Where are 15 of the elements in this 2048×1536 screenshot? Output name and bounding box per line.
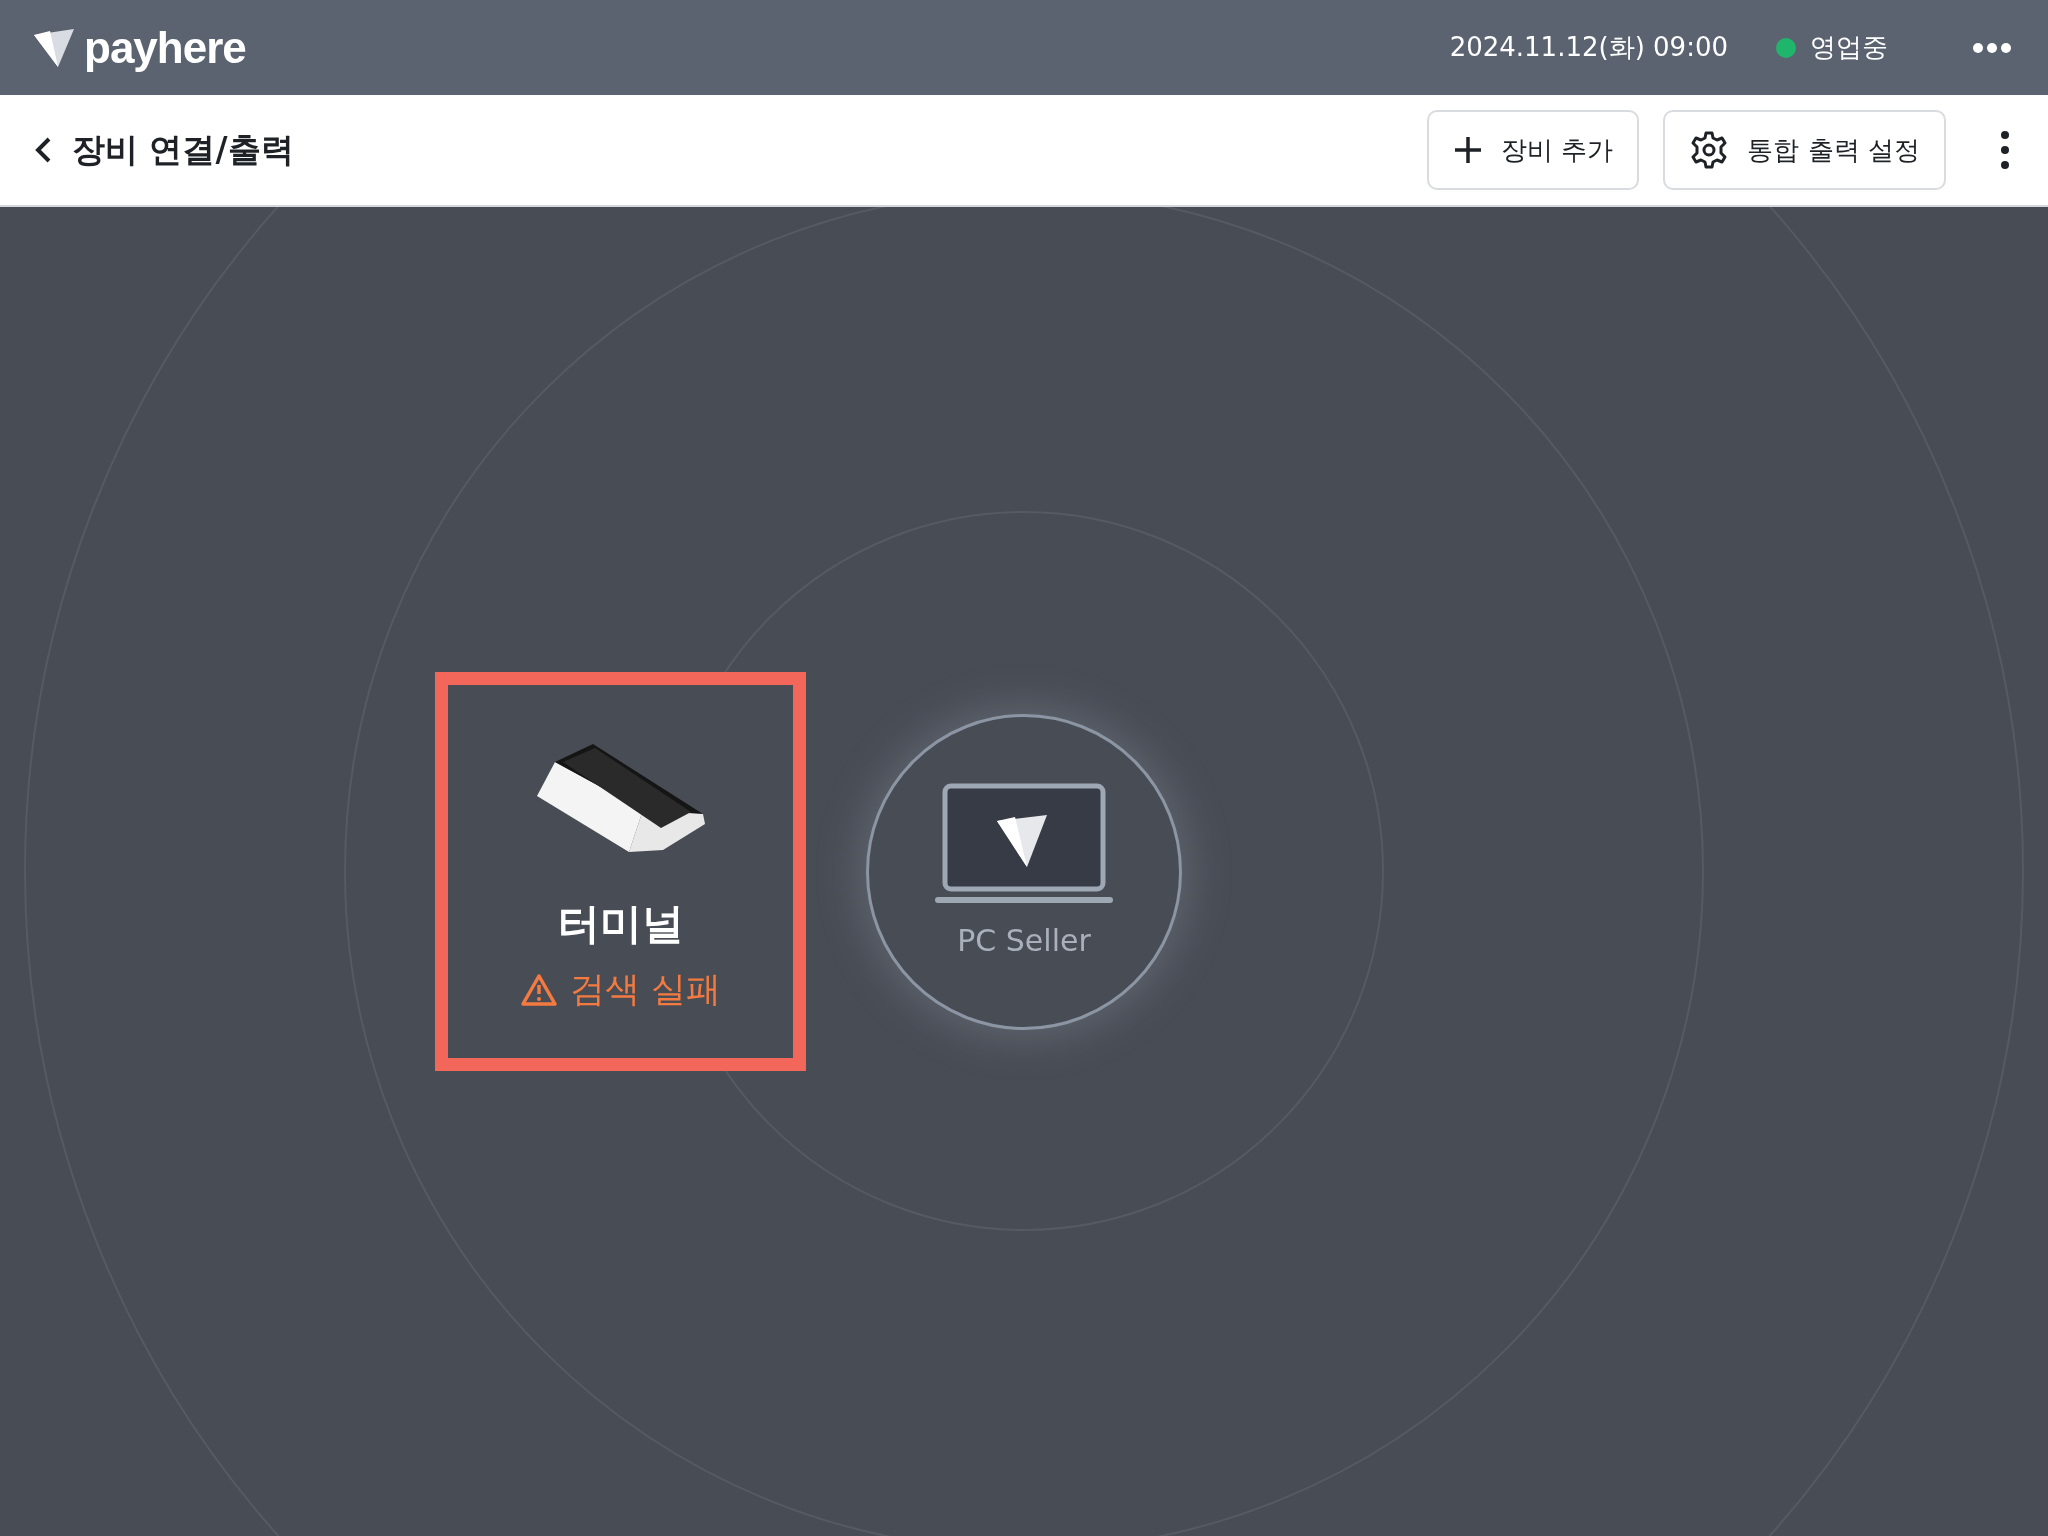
device-status: 검색 실패 (569, 968, 722, 1011)
store-status: 영업중 (1810, 31, 1888, 64)
laptop-icon (935, 782, 1113, 905)
logo-icon (32, 26, 76, 69)
plus-icon (1453, 135, 1484, 165)
device-card[interactable]: 터미널 검색 실패 (435, 672, 806, 1071)
device-name: PC Seller (957, 922, 1091, 958)
logo-text: payhere (84, 22, 246, 73)
page-title: 장비 연결/출력 (72, 128, 294, 171)
device-circle[interactable]: PC Seller (866, 713, 1182, 1030)
settings-button[interactable]: 통합 출력 설정 (1663, 110, 1946, 190)
warning-icon (519, 972, 558, 1007)
device-name: 터미널 (557, 898, 684, 950)
datetime: 2024.11.12(화) 09:00 (1449, 31, 1728, 64)
add-button[interactable]: 장비 추가 (1427, 110, 1640, 190)
